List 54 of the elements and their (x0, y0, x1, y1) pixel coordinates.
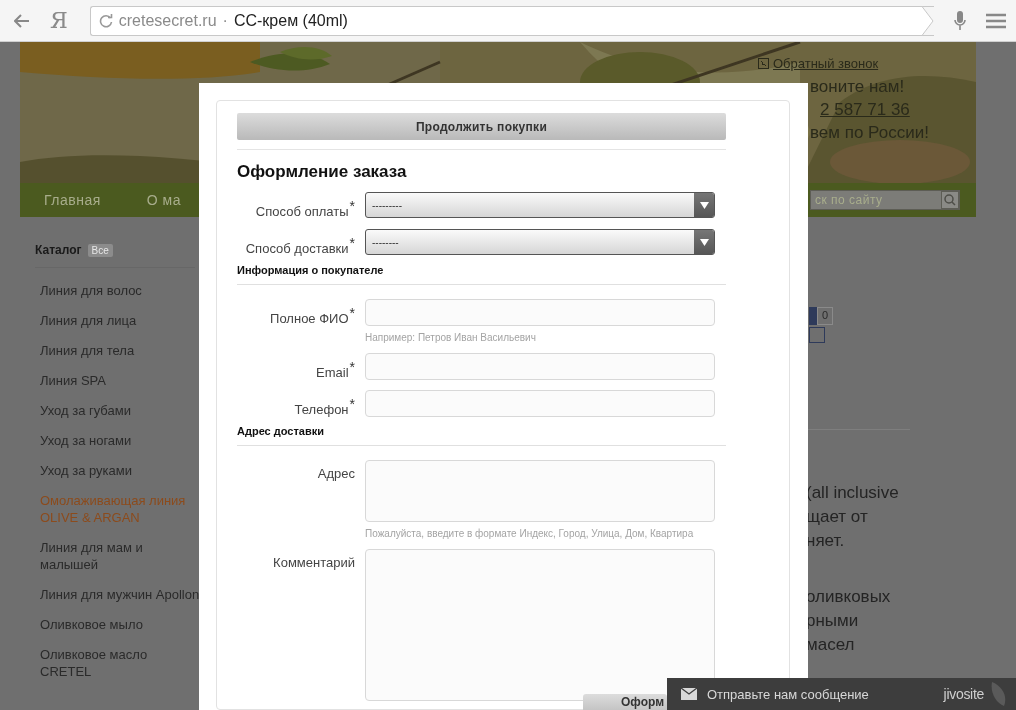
dropdown[interactable]: -------- (365, 229, 715, 255)
field-hint: Например: Петров Иван Васильевич (365, 332, 537, 343)
microphone-icon[interactable] (954, 10, 966, 31)
field-label: Комментарий (272, 554, 355, 570)
caret-icon (699, 238, 709, 246)
field-hint: Пожалуйста, введите в формате Индекс, Город, Улица, Дом, Квартира (365, 528, 695, 539)
input-field[interactable] (365, 390, 715, 417)
url-domain: cretesecret.ru (118, 11, 217, 30)
browser-logo[interactable]: Я (50, 8, 68, 33)
share-button[interactable] (809, 327, 825, 343)
catalog-item[interactable]: Линия для мужчин Apollon (40, 586, 200, 603)
submit-order-button[interactable]: Оформ (583, 694, 667, 710)
description-text: оливковых (806, 586, 892, 608)
catalog-item[interactable]: Уход за ногами (40, 432, 200, 449)
catalog-item[interactable]: Оливковое масло CRETEL (40, 646, 200, 680)
reload-icon[interactable] (98, 13, 113, 28)
dropdown[interactable]: --------- (365, 192, 715, 218)
continue-shopping-button[interactable]: Продолжить покупки (237, 113, 726, 140)
url-separator: · (222, 11, 228, 30)
catalog-item[interactable]: Линия для мам и малышей (40, 539, 200, 573)
address-bar-tip (922, 5, 934, 36)
call-text: воните нам! (810, 76, 905, 98)
catalog-item[interactable]: Уход за губами (40, 402, 200, 419)
catalog-item[interactable]: Линия для тела (40, 342, 200, 359)
menu-icon[interactable] (986, 12, 1006, 29)
nav-link[interactable]: Главная (44, 192, 101, 208)
phone-icon (758, 58, 769, 69)
catalog-item[interactable]: Линия для волос (40, 282, 200, 299)
input-field[interactable] (365, 299, 715, 326)
section-heading: Адрес доставки (237, 425, 325, 437)
nav-link[interactable]: О ма (146, 192, 181, 208)
field-label: Адрес (316, 465, 355, 481)
chat-brand: jivosite (943, 686, 984, 702)
back-icon[interactable] (14, 13, 30, 28)
form-title: Оформление заказа (237, 162, 408, 182)
chat-widget[interactable]: Отправьте нам сообщение jivosite (667, 678, 1016, 710)
catalog-item[interactable]: Уход за руками (40, 462, 200, 479)
envelope-icon (681, 688, 697, 700)
leaf-icon (990, 681, 1006, 707)
caret-icon (699, 201, 709, 209)
chat-label: Отправьте нам сообщение (707, 686, 869, 702)
catalog-item[interactable]: Линия SPA (40, 372, 200, 389)
search-icon[interactable] (941, 191, 959, 209)
catalog-item[interactable]: Оливковое мыло (40, 616, 200, 633)
page-title: CC-крем (40ml) (233, 11, 348, 30)
catalog-title: Каталог (35, 243, 82, 257)
all-badge[interactable]: Все (87, 243, 113, 257)
catalog-item[interactable]: Линия для лица (40, 312, 200, 329)
section-heading: Информация о покупателе (237, 264, 385, 276)
like-counter: 0 (817, 307, 834, 325)
address-bar[interactable]: cretesecret.ru · CC-крем (40ml) (89, 5, 934, 36)
address-field[interactable] (365, 460, 715, 522)
callback-link[interactable]: Обратный звонок (758, 52, 879, 75)
input-field[interactable] (365, 353, 715, 380)
